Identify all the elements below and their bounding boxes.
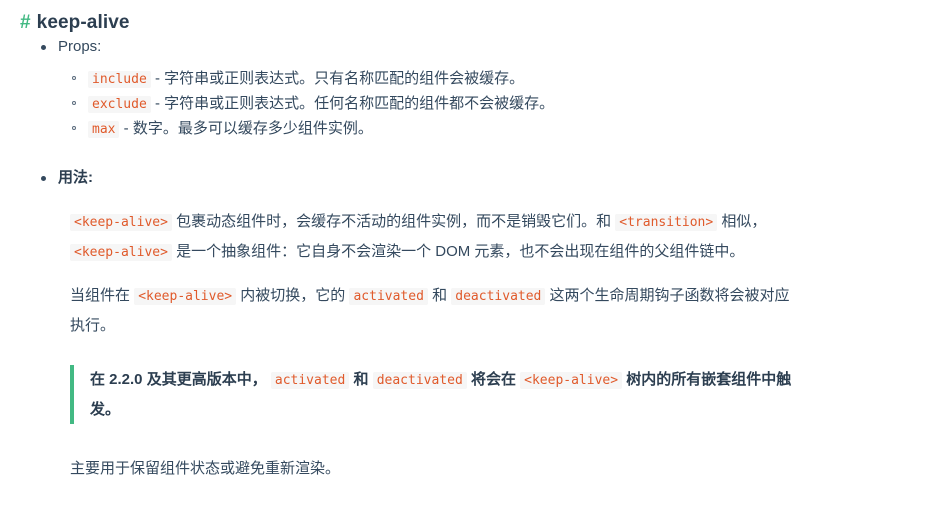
list-item-props: Props: include - 字符串或正则表达式。只有名称匹配的组件会被缓存… <box>41 36 945 141</box>
code-keep-alive: <keep-alive> <box>70 244 172 261</box>
props-label: Props: <box>58 38 102 55</box>
usage-p2-text-3: 和 <box>432 287 448 304</box>
code-keep-alive: <keep-alive> <box>520 372 623 389</box>
list-item: include - 字符串或正则表达式。只有名称匹配的组件会被缓存。 <box>72 67 945 91</box>
prop-desc-include: - 字符串或正则表达式。只有名称匹配的组件会被缓存。 <box>150 70 525 87</box>
code-deactivated: deactivated <box>451 288 546 305</box>
list-item-usage: 用法: <keep-alive> 包裹动态组件时，会缓存不活动的组件实例，而不是… <box>41 167 945 483</box>
code-deactivated: deactivated <box>372 372 467 389</box>
usage-paragraph-2: 当组件在 <keep-alive> 内被切换，它的 activated 和 de… <box>70 281 790 340</box>
usage-p1-text-2: 相似， <box>721 213 767 230</box>
prop-desc-max: - 数字。最多可以缓存多少组件实例。 <box>119 120 373 137</box>
prop-name-exclude: exclude <box>88 96 151 113</box>
list-item: exclude - 字符串或正则表达式。任何名称匹配的组件都不会被缓存。 <box>72 92 945 116</box>
anchor-hash-icon[interactable]: # <box>20 10 31 36</box>
usage-paragraph-1: <keep-alive> 包裹动态组件时，会缓存不活动的组件实例，而不是销毁它们… <box>70 207 790 267</box>
code-keep-alive: <keep-alive> <box>70 214 172 231</box>
prop-name-max: max <box>88 121 120 138</box>
usage-label: 用法: <box>58 169 93 186</box>
api-entry-list: Props: include - 字符串或正则表达式。只有名称匹配的组件会被缓存… <box>0 36 945 483</box>
code-transition: <transition> <box>615 214 718 231</box>
usage-paragraph-3: 主要用于保留组件状态或避免重新渲染。 <box>70 460 341 477</box>
code-activated: activated <box>349 288 428 305</box>
tip-text-2: 和 <box>353 371 369 388</box>
prop-desc-exclude: - 字符串或正则表达式。任何名称匹配的组件都不会被缓存。 <box>150 95 555 112</box>
usage-p2-text-1: 当组件在 <box>70 287 131 304</box>
code-keep-alive: <keep-alive> <box>134 288 237 305</box>
usage-p1-text-3: 是一个抽象组件：它自身不会渲染一个 DOM 元素，也不会出现在组件的父组件链中。 <box>176 243 745 260</box>
usage-body: <keep-alive> 包裹动态组件时，会缓存不活动的组件实例，而不是销毁它们… <box>58 207 945 483</box>
tip-paragraph: 在 2.2.0 及其更高版本中， activated 和 deactivated… <box>90 365 806 424</box>
documentation-page: # keep-alive Props: include - 字符串或正则表达式。只… <box>0 0 945 530</box>
page-title: # keep-alive <box>0 10 945 36</box>
list-item: max - 数字。最多可以缓存多少组件实例。 <box>72 117 945 141</box>
tip-text-1: 在 2.2.0 及其更高版本中， <box>90 371 267 388</box>
tip-blockquote: 在 2.2.0 及其更高版本中， activated 和 deactivated… <box>70 365 806 424</box>
prop-name-include: include <box>88 71 151 88</box>
code-activated: activated <box>270 372 350 389</box>
page-title-text: keep-alive <box>36 12 130 33</box>
usage-p2-text-2: 内被切换，它的 <box>240 287 346 304</box>
usage-p1-text-1: 包裹动态组件时，会缓存不活动的组件实例，而不是销毁它们。和 <box>176 213 612 230</box>
props-list: include - 字符串或正则表达式。只有名称匹配的组件会被缓存。 exclu… <box>58 67 945 141</box>
tip-text-3: 将会在 <box>470 371 516 388</box>
